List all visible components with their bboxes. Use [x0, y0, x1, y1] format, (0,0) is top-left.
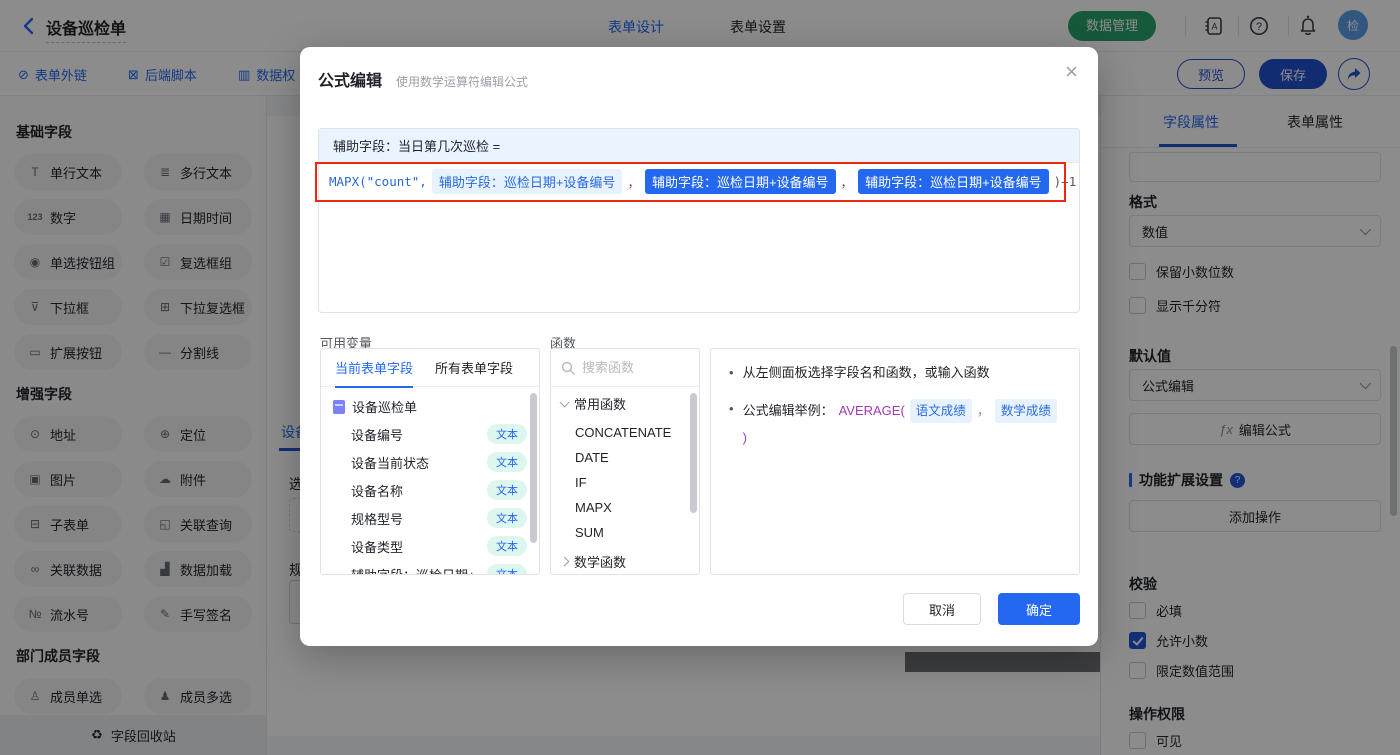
- example-comma: ，: [977, 401, 990, 421]
- variable-field-row[interactable]: 设备类型文本: [321, 532, 539, 560]
- function-item[interactable]: CONCATENATE: [551, 420, 699, 445]
- formula-token-selected[interactable]: 辅助字段：巡检日期+设备编号: [858, 169, 1049, 194]
- formula-line[interactable]: MAPX("count", 辅助字段：巡检日期+设备编号 ， 辅助字段：巡检日期…: [319, 169, 1079, 194]
- hint-line: 从左侧面板选择字段名和函数，或输入函数: [711, 349, 1079, 385]
- formula-target-row: 辅助字段：当日第几次巡检 =: [319, 129, 1079, 163]
- formula-suffix: )+1: [1054, 174, 1077, 189]
- example-token: 数学成绩: [995, 399, 1057, 423]
- close-icon[interactable]: ×: [1065, 61, 1078, 83]
- functions-scrollbar[interactable]: [690, 393, 697, 513]
- function-item[interactable]: SUM: [551, 520, 699, 545]
- chevron-down-icon: [560, 397, 570, 407]
- formula-comma: ，: [841, 172, 854, 191]
- tab-current-form-fields[interactable]: 当前表单字段: [335, 358, 413, 377]
- variable-field-row[interactable]: 设备编号文本: [321, 420, 539, 448]
- modal-subtitle: 使用数学运算符编辑公式: [396, 73, 528, 90]
- field-type-badge: 文本: [487, 452, 527, 472]
- search-icon: [561, 361, 575, 375]
- app-root: 设备巡检单 表单设计 表单设置 数据管理 A ? 检 ⊘ 表单外链 ⊠ 后端脚本…: [0, 0, 1400, 755]
- formula-editor-modal: 公式编辑 使用数学运算符编辑公式 × 辅助字段：当日第几次巡检 = MAPX("…: [300, 47, 1098, 646]
- function-search[interactable]: [551, 349, 699, 387]
- hints-panel: 从左侧面板选择字段名和函数，或输入函数 公式编辑举例： AVERAGE( 语文成…: [710, 348, 1080, 575]
- variables-scrollbar[interactable]: [530, 393, 537, 543]
- function-item[interactable]: IF: [551, 470, 699, 495]
- function-item[interactable]: MAPX: [551, 495, 699, 520]
- function-group-math[interactable]: 数学函数: [551, 545, 699, 575]
- field-type-badge: 文本: [487, 424, 527, 444]
- formula-function: MAPX("count",: [329, 174, 427, 189]
- chevron-right-icon: [560, 557, 570, 567]
- variables-tree-root[interactable]: 设备巡检单: [321, 387, 539, 420]
- field-type-badge: 文本: [487, 508, 527, 528]
- example-function-close: ): [743, 428, 747, 448]
- tab-all-form-fields[interactable]: 所有表单字段: [435, 358, 513, 377]
- formula-editor-box[interactable]: 辅助字段：当日第几次巡检 = MAPX("count", 辅助字段：巡检日期+设…: [318, 128, 1080, 313]
- variable-field-row[interactable]: 辅助字段：巡检日期+...文本: [321, 560, 539, 575]
- function-group-common[interactable]: 常用函数: [551, 387, 699, 420]
- function-item[interactable]: DATE: [551, 445, 699, 470]
- functions-panel: 常用函数 CONCATENATE DATE IF MAPX SUM 数学函数 文…: [550, 348, 700, 575]
- formula-token[interactable]: 辅助字段：巡检日期+设备编号: [432, 169, 623, 194]
- example-token: 语文成绩: [910, 399, 972, 423]
- variable-field-row[interactable]: 设备名称文本: [321, 476, 539, 504]
- function-search-input[interactable]: [582, 360, 682, 375]
- field-type-badge: 文本: [487, 536, 527, 556]
- formula-token-selected[interactable]: 辅助字段：巡检日期+设备编号: [645, 169, 836, 194]
- form-doc-icon: [333, 400, 345, 414]
- cancel-button[interactable]: 取消: [903, 593, 981, 625]
- variable-field-row[interactable]: 规格型号文本: [321, 504, 539, 532]
- field-type-badge: 文本: [487, 480, 527, 500]
- variable-field-row[interactable]: 设备当前状态文本: [321, 448, 539, 476]
- field-type-badge: 文本: [487, 564, 527, 575]
- confirm-button[interactable]: 确定: [998, 593, 1080, 625]
- variables-panel: 当前表单字段 所有表单字段 设备巡检单 设备编号文本 设备当前状态文本 设备名称…: [320, 348, 540, 575]
- hint-example: 公式编辑举例： AVERAGE( 语文成绩 ， 数学成绩 ): [711, 385, 1079, 450]
- example-function-open: AVERAGE(: [839, 401, 905, 421]
- modal-title: 公式编辑: [318, 67, 382, 91]
- formula-comma: ，: [627, 172, 640, 191]
